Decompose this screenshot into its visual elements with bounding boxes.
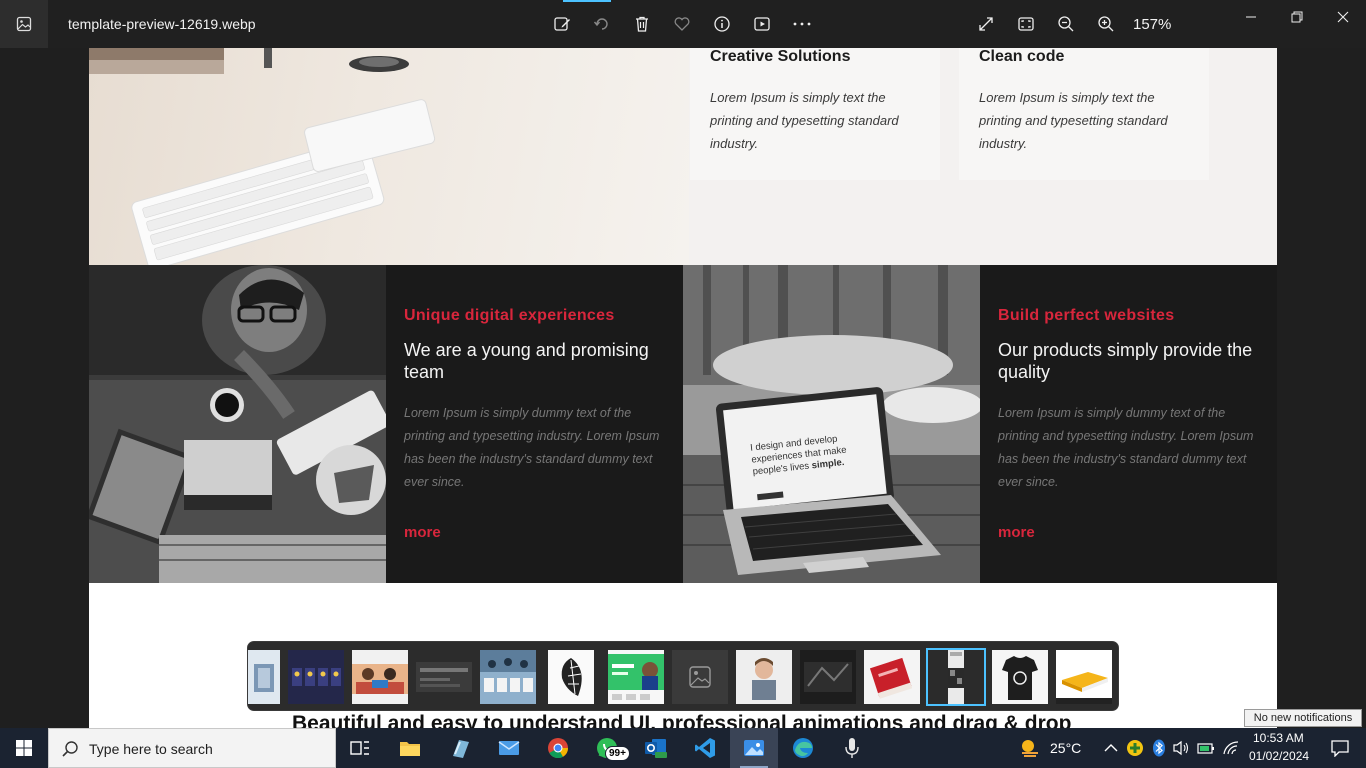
thumbnail[interactable] <box>992 650 1048 704</box>
taskbar-search[interactable]: Type here to search <box>48 728 336 768</box>
feature-text: Lorem Ipsum is simply text the printing … <box>979 90 1168 151</box>
photos-app-icon[interactable] <box>0 0 48 48</box>
quality-text-panel: Build perfect websites Our products simp… <box>980 265 1277 583</box>
weather-temperature[interactable]: 25°C <box>1050 740 1081 756</box>
taskbar: Type here to search 99+ 25°C 10:53 AM 01… <box>0 728 1366 768</box>
panel-body: Lorem Ipsum is simply dummy text of the … <box>998 406 1254 489</box>
minimize-button[interactable] <box>1228 0 1274 34</box>
thumbnail[interactable] <box>1056 650 1112 704</box>
edit-image-icon[interactable] <box>551 13 573 35</box>
favorite-icon[interactable] <box>671 13 693 35</box>
thumbnail[interactable] <box>352 650 408 704</box>
thumbnail[interactable] <box>800 650 856 704</box>
laptop-photo: I design and develop experiences that ma… <box>683 265 980 583</box>
edge-icon[interactable] <box>779 728 827 768</box>
panel-heading: Our products simply provide the quality <box>998 340 1253 382</box>
file-explorer-icon[interactable] <box>386 728 434 768</box>
photos-taskbar-icon[interactable] <box>730 728 778 768</box>
image-canvas[interactable]: Creative Solutions Lorem Ipsum is simply… <box>0 48 1366 728</box>
thumbnail-selected[interactable] <box>926 648 986 706</box>
thumbnail[interactable] <box>736 650 792 704</box>
notification-center-icon[interactable] <box>1314 728 1366 768</box>
zoom-out-icon[interactable] <box>1055 13 1077 35</box>
feature-text: Lorem Ipsum is simply text the printing … <box>710 90 899 151</box>
zoom-level[interactable]: 157% <box>1133 16 1171 33</box>
unread-badge: 99+ <box>605 746 630 761</box>
search-icon <box>62 741 78 757</box>
clock-date[interactable]: 01/02/2024 <box>1249 749 1309 763</box>
panel-kicker: Build perfect websites <box>998 307 1175 324</box>
feature-title: Clean code <box>979 48 1065 65</box>
thumbnail[interactable] <box>608 650 664 704</box>
active-tool-indicator <box>563 0 611 2</box>
rotate-icon[interactable] <box>591 13 613 35</box>
title-bar: template-preview-12619.webp 157% <box>0 0 1366 48</box>
full-screen-icon[interactable] <box>975 13 997 35</box>
weather-icon[interactable] <box>1018 737 1042 759</box>
photos-app-window: template-preview-12619.webp 157% Creativ… <box>0 0 1366 768</box>
clock-time[interactable]: 10:53 AM <box>1253 731 1304 745</box>
thumbnail[interactable] <box>864 650 920 704</box>
panel-kicker: Unique digital experiences <box>404 307 615 324</box>
thumbnail[interactable] <box>548 650 594 704</box>
more-icon[interactable] <box>791 13 813 35</box>
chrome-icon[interactable] <box>534 728 582 768</box>
section-heading: Beautiful and easy to understand UI, pro… <box>292 712 1072 728</box>
voice-recorder-icon[interactable] <box>828 728 876 768</box>
fit-window-icon[interactable] <box>1015 13 1037 35</box>
desk-photo <box>89 48 689 265</box>
thumbnail[interactable] <box>480 650 536 704</box>
wifi-icon[interactable] <box>1222 739 1240 757</box>
file-name: template-preview-12619.webp <box>68 16 256 32</box>
security-status-icon[interactable] <box>1126 739 1144 757</box>
thumbnail[interactable] <box>288 650 344 704</box>
zoom-in-icon[interactable] <box>1095 13 1117 35</box>
slideshow-icon[interactable] <box>751 13 773 35</box>
whatsapp-icon[interactable]: 99+ <box>583 728 631 768</box>
vscode-icon[interactable] <box>681 728 729 768</box>
close-button[interactable] <box>1320 0 1366 34</box>
panel-body: Lorem Ipsum is simply dummy text of the … <box>404 406 660 489</box>
dark-feature-band: Unique digital experiences We are a youn… <box>89 265 1277 583</box>
info-icon[interactable] <box>711 13 733 35</box>
panel-heading: We are a young and promising team <box>404 340 649 382</box>
thumbnail-placeholder[interactable] <box>672 650 728 704</box>
features-section: Creative Solutions Lorem Ipsum is simply… <box>89 48 1277 265</box>
volume-icon[interactable] <box>1172 739 1190 757</box>
more-link[interactable]: more <box>998 524 1035 541</box>
notification-tooltip: No new notifications <box>1244 709 1362 727</box>
show-hidden-icons-icon[interactable] <box>1102 739 1120 757</box>
restore-button[interactable] <box>1274 0 1320 34</box>
mail-icon[interactable] <box>485 728 533 768</box>
thumbnail[interactable] <box>248 650 280 704</box>
windows-start-icon[interactable] <box>0 728 48 768</box>
thumbnail[interactable] <box>416 650 472 704</box>
outlook-new-icon[interactable] <box>632 728 680 768</box>
feature-title: Creative Solutions <box>710 48 851 65</box>
template-preview-image: Creative Solutions Lorem Ipsum is simply… <box>89 48 1277 728</box>
task-view-icon[interactable] <box>336 728 384 768</box>
designer-photo <box>89 265 386 583</box>
filmstrip <box>247 641 1119 711</box>
delete-icon[interactable] <box>631 13 653 35</box>
team-text-panel: Unique digital experiences We are a youn… <box>386 265 683 583</box>
notepad-app-icon[interactable] <box>436 728 484 768</box>
battery-icon[interactable] <box>1197 739 1215 757</box>
search-placeholder: Type here to search <box>89 741 213 757</box>
more-link[interactable]: more <box>404 524 441 541</box>
feature-card-creative: Creative Solutions Lorem Ipsum is simply… <box>690 48 940 180</box>
feature-card-clean-code: Clean code Lorem Ipsum is simply text th… <box>959 48 1209 180</box>
bluetooth-icon[interactable] <box>1150 739 1168 757</box>
